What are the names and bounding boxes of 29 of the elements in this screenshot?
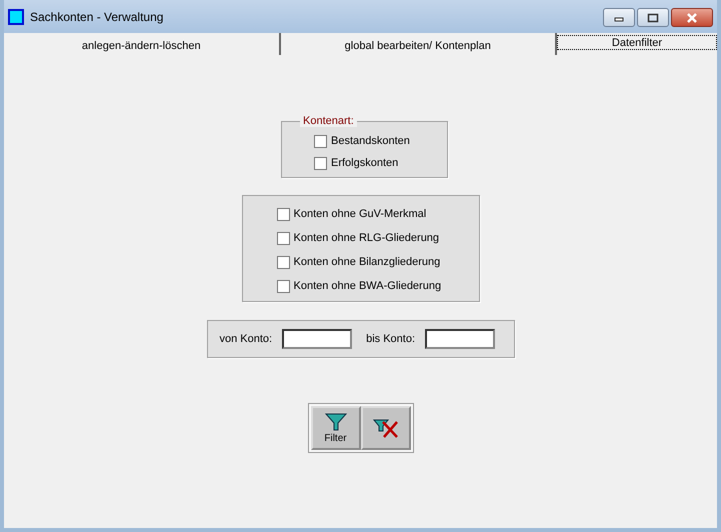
maximize-icon [647,12,659,22]
funnel-icon [324,412,346,430]
checkbox-label: Konten ohne Bilanzgliederung [294,256,440,268]
maximize-button[interactable] [637,8,669,27]
field-label: bis Konto: [366,333,416,345]
input-field[interactable] [282,329,352,349]
checkbox[interactable] [314,134,327,148]
field-label: von Konto: [220,333,272,345]
tab[interactable]: Datenfilter [557,35,717,50]
checkbox[interactable] [276,208,290,220]
filter-button[interactable]: Filter [310,406,360,450]
checkbox-label: Konten ohne BWA-Gliederung [294,280,442,292]
checkbox-label: Erfolgskonten [331,157,398,169]
checkbox-label: Konten ohne GuV-Merkmal [294,208,426,220]
checkbox[interactable] [314,156,327,170]
funnel-cross-icon [372,417,398,439]
checkbox[interactable] [276,280,290,292]
group-legend: Kontenart: [300,115,357,127]
input-field[interactable] [425,329,496,349]
minimize-button[interactable] [603,8,635,27]
checkbox-label: Bestandskonten [331,135,410,147]
window-title: Sachkonten - Verwaltung [30,10,164,24]
clear-filter-button[interactable] [360,406,410,450]
close-icon [686,12,698,22]
close-button[interactable] [671,8,713,27]
checkbox[interactable] [276,232,290,244]
checkbox[interactable] [276,256,290,268]
app-icon [8,8,24,24]
checkbox-label: Konten ohne RLG-Gliederung [294,232,440,244]
